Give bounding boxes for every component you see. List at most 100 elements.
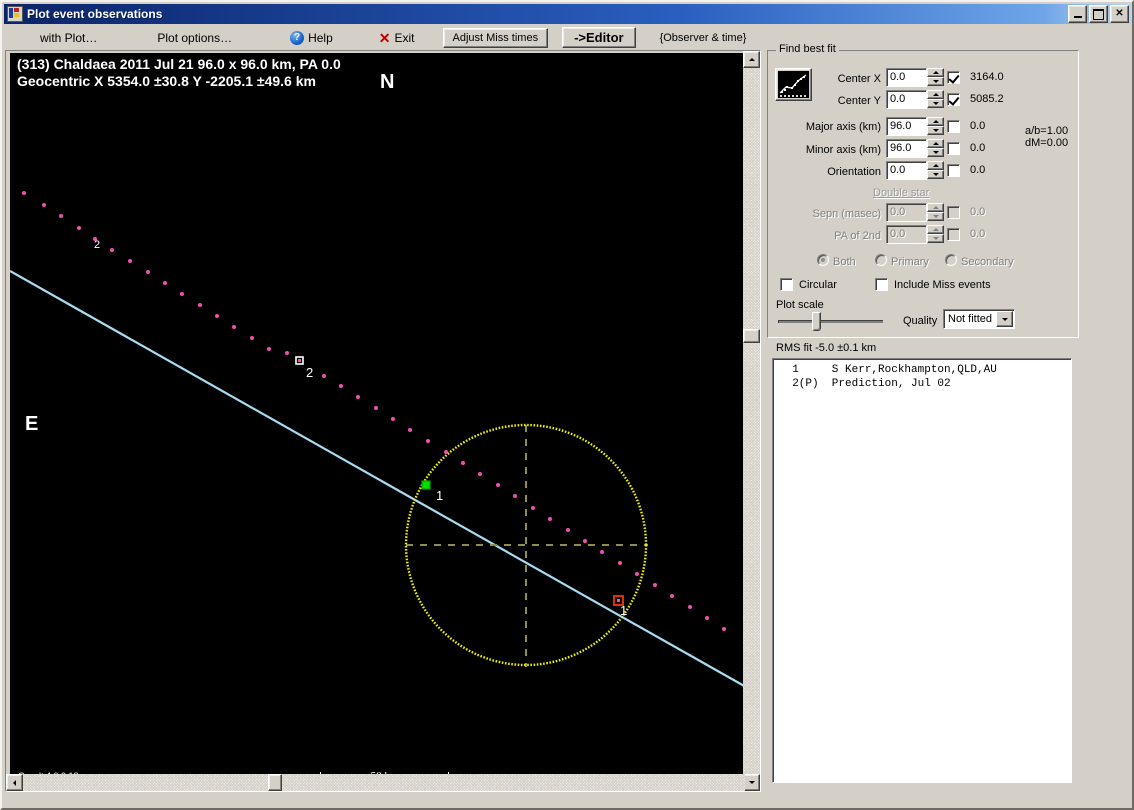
center-y-input[interactable]: 0.0 xyxy=(886,90,927,109)
exit-marker-site1-center xyxy=(617,599,620,602)
orientation-label: Orientation xyxy=(827,166,881,178)
center-y-checkbox[interactable] xyxy=(947,93,960,106)
editor-button[interactable]: ->Editor xyxy=(562,27,636,48)
chevron-down-icon xyxy=(932,102,939,105)
title-bar: Plot event observations ✕ xyxy=(4,4,1132,24)
center-y-spin-buttons[interactable] xyxy=(927,90,944,109)
circular-label: Circular xyxy=(799,279,837,291)
exit-menu[interactable]: ✕ Exit xyxy=(373,27,421,49)
plot-scale-slider-track[interactable] xyxy=(778,320,883,323)
orientation-spin-buttons[interactable] xyxy=(927,161,944,180)
include-miss-events-label: Include Miss events xyxy=(894,279,991,291)
chevron-left-icon xyxy=(13,779,16,786)
close-icon: ✕ xyxy=(1115,8,1124,19)
window-title: Plot event observations xyxy=(27,7,163,21)
center-x-input[interactable]: 0.0 xyxy=(886,68,927,87)
sepn-decrement xyxy=(927,212,944,221)
plot-canvas[interactable]: (313) Chaldaea 2011 Jul 21 96.0 x 96.0 k… xyxy=(10,53,745,789)
vertical-scroll-thumb[interactable] xyxy=(743,329,760,343)
quality-select[interactable]: Not fitted xyxy=(943,309,1015,329)
chevron-up-icon xyxy=(932,142,939,145)
orientation-stepper[interactable]: 0.0 xyxy=(886,161,944,180)
radio-secondary-label: Secondary xyxy=(961,256,1014,268)
major-axis-checkbox[interactable] xyxy=(947,120,960,133)
pa-of-2nd-stepper: 0.0 xyxy=(886,225,944,244)
close-button[interactable]: ✕ xyxy=(1110,5,1129,23)
center-x-checkbox[interactable] xyxy=(947,71,960,84)
chevron-up-icon xyxy=(932,164,939,167)
pa-of-2nd-input: 0.0 xyxy=(886,225,927,244)
maximize-button[interactable] xyxy=(1089,5,1108,23)
plot-scale-slider-thumb[interactable] xyxy=(812,312,821,331)
minor-axis-checkbox[interactable] xyxy=(947,142,960,155)
orientation-input[interactable]: 0.0 xyxy=(886,161,927,180)
plot-horizontal-scrollbar[interactable] xyxy=(6,774,745,791)
circular-checkbox[interactable] xyxy=(780,278,793,291)
close-x-icon: ✕ xyxy=(378,29,391,46)
center-x-stepper[interactable]: 0.0 xyxy=(886,68,944,87)
major-axis-stepper[interactable]: 96.0 xyxy=(886,117,944,136)
help-icon: ? xyxy=(290,30,305,45)
sepn-increment xyxy=(927,203,944,212)
chevron-down-icon xyxy=(932,129,939,132)
scroll-up-button[interactable] xyxy=(743,51,760,68)
major-axis-spin-buttons[interactable] xyxy=(927,117,944,136)
with-plot-menu[interactable]: with Plot… xyxy=(34,27,103,49)
window-controls: ✕ xyxy=(1068,5,1132,23)
site-label-1-entry: 1 xyxy=(436,488,444,503)
major-axis-label: Major axis (km) xyxy=(805,121,881,133)
minor-axis-increment[interactable] xyxy=(927,139,944,148)
observer-time-label: {Observer & time} xyxy=(659,31,747,44)
north-label: N xyxy=(380,71,395,93)
scroll-left-button[interactable] xyxy=(6,774,23,791)
chevron-down-icon xyxy=(932,215,939,218)
chevron-down-icon xyxy=(932,237,939,240)
toolbar: with Plot… Plot options… ? Help ✕ Exit A… xyxy=(4,24,1132,51)
minimize-button[interactable] xyxy=(1068,5,1087,23)
scroll-down-button[interactable] xyxy=(743,774,760,791)
minor-axis-result: 0.0 xyxy=(970,142,986,154)
center-x-increment[interactable] xyxy=(927,68,944,77)
sepn-stepper: 0.0 xyxy=(886,203,944,222)
orientation-decrement[interactable] xyxy=(927,170,944,179)
minimize-icon xyxy=(1073,15,1082,18)
center-x-decrement[interactable] xyxy=(927,77,944,86)
center-y-decrement[interactable] xyxy=(927,99,944,108)
center-x-label: Center X xyxy=(837,73,881,85)
minor-axis-input[interactable]: 96.0 xyxy=(886,139,927,158)
include-miss-events-checkbox[interactable] xyxy=(875,278,888,291)
plot-vertical-scrollbar[interactable] xyxy=(743,51,760,791)
chevron-down-icon xyxy=(932,80,939,83)
plot-header-line2: Geocentric X 5354.0 ±30.8 Y -2205.1 ±49.… xyxy=(17,73,316,89)
center-y-increment[interactable] xyxy=(927,90,944,99)
orientation-checkbox[interactable] xyxy=(947,164,960,177)
minor-axis-stepper[interactable]: 96.0 xyxy=(886,139,944,158)
maximize-icon xyxy=(1093,8,1104,20)
chevron-up-icon xyxy=(932,206,939,209)
pa-of-2nd-spin-buttons xyxy=(927,225,944,244)
minor-axis-label: Minor axis (km) xyxy=(805,144,881,156)
plot-options-menu[interactable]: Plot options… xyxy=(151,27,238,49)
major-axis-decrement[interactable] xyxy=(927,126,944,135)
center-y-stepper[interactable]: 0.0 xyxy=(886,90,944,109)
pa-of-2nd-label: PA of 2nd xyxy=(834,230,881,242)
observations-listbox[interactable]: 1 S Kerr,Rockhampton,QLD,AU 2(P) Predict… xyxy=(772,358,1072,783)
help-menu[interactable]: ? Help xyxy=(284,27,339,49)
site-label-2b: 2 xyxy=(94,239,101,251)
center-x-spin-buttons[interactable] xyxy=(927,68,944,87)
major-axis-increment[interactable] xyxy=(927,117,944,126)
minor-axis-spin-buttons[interactable] xyxy=(927,139,944,158)
pa-of-2nd-increment xyxy=(927,225,944,234)
sepn-label: Sepn (masec) xyxy=(812,208,881,220)
orientation-increment[interactable] xyxy=(927,161,944,170)
site-label-1-exit: 1 xyxy=(620,603,628,618)
adjust-miss-times-button[interactable]: Adjust Miss times xyxy=(442,27,549,48)
site-label-2a: 2 xyxy=(306,365,314,380)
minor-axis-decrement[interactable] xyxy=(927,148,944,157)
find-best-fit-legend: Find best fit xyxy=(776,43,839,55)
chevron-down-icon xyxy=(748,781,755,784)
quality-dropdown-button[interactable] xyxy=(996,311,1013,327)
sepn-checkbox xyxy=(947,206,960,219)
major-axis-input[interactable]: 96.0 xyxy=(886,117,927,136)
horizontal-scroll-thumb[interactable] xyxy=(268,774,282,791)
